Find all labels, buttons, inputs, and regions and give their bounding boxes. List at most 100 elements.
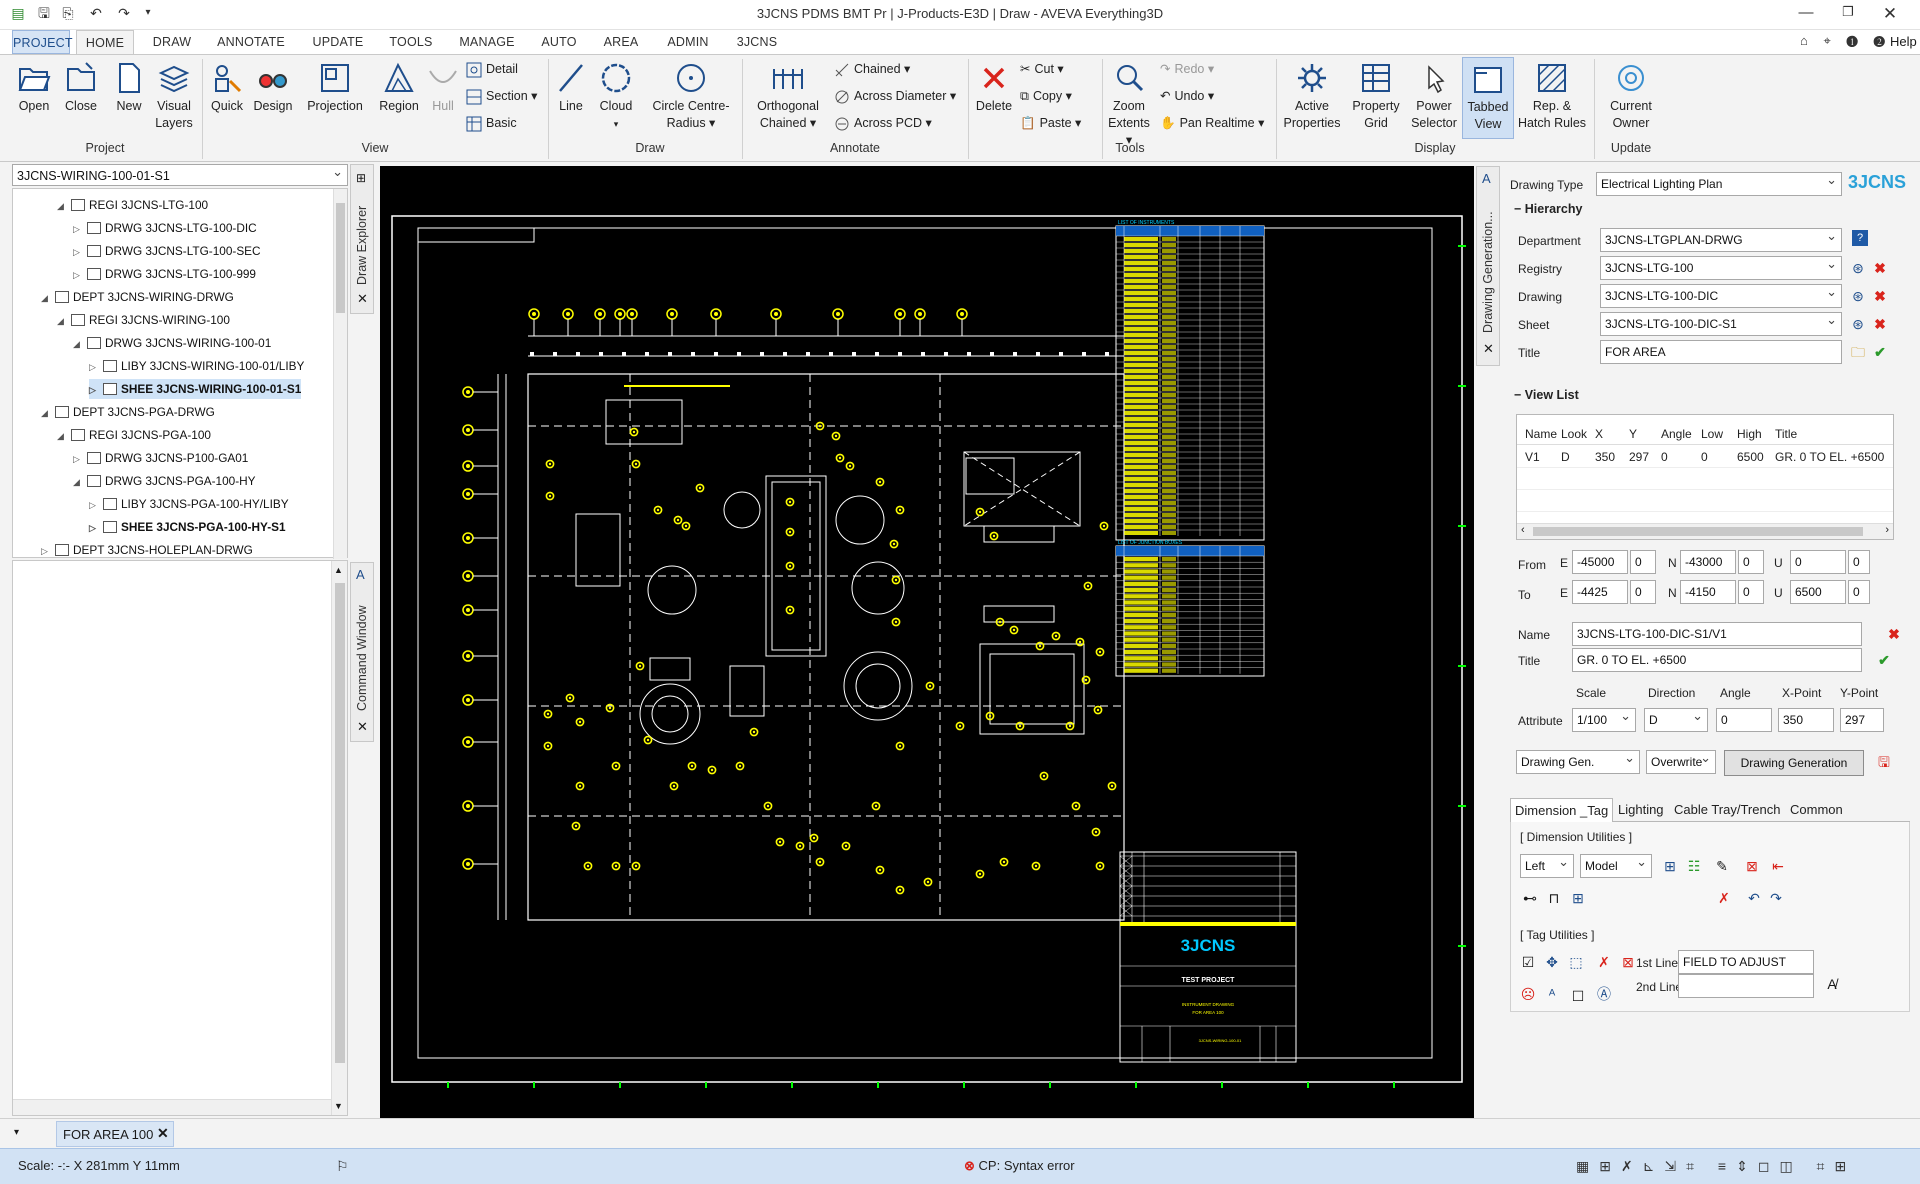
drawing-generation-button[interactable]: Drawing Generation [1724, 750, 1864, 776]
dim-clear-icon[interactable]: ✗ [1714, 888, 1734, 908]
from-n-input[interactable]: -43000 [1680, 550, 1736, 574]
expand-arrow-icon[interactable]: ▷ [41, 541, 53, 561]
zoom-extents-button[interactable]: Zoom Extents ▾ [1104, 61, 1154, 149]
tab-admin[interactable]: ADMIN [658, 30, 718, 54]
close-explorer-icon[interactable]: ✕ [357, 291, 368, 307]
dim-edit-icon[interactable]: ✎ [1712, 856, 1732, 876]
across-diameter-button[interactable]: Across Diameter ▾ [834, 86, 956, 106]
drawing-help-icon[interactable]: ⊛ [1848, 286, 1868, 306]
department-select[interactable]: 3JCNS-LTGPLAN-DRWG [1600, 228, 1842, 252]
tab-project[interactable]: PROJECT [12, 30, 73, 54]
scroll-up-icon[interactable]: ▲ [334, 565, 343, 575]
tree-item[interactable]: ▷ LIBY 3JCNS-WIRING-100-01/LIBY [89, 356, 304, 376]
open-button[interactable]: Open [12, 61, 56, 115]
expand-arrow-icon[interactable]: ◢ [73, 334, 85, 354]
drawing-generation-vtab[interactable]: A Drawing Generation... ✕ [1476, 166, 1500, 366]
from-u-offset[interactable]: 0 [1848, 550, 1870, 574]
expand-arrow-icon[interactable]: ▷ [89, 495, 101, 515]
hull-button[interactable]: Hull [424, 61, 462, 115]
explorer-scrollbar[interactable] [333, 189, 347, 559]
folder-icon[interactable]: 🗀 [1848, 342, 1868, 362]
tab-auto[interactable]: AUTO [534, 30, 584, 54]
expand-arrow-icon[interactable]: ◢ [41, 403, 53, 423]
tree-item[interactable]: ▷ DRWG 3JCNS-LTG-100-DIC [73, 218, 257, 238]
to-e-input[interactable]: -4425 [1572, 580, 1628, 604]
rep-hatch-rules-button[interactable]: Rep. & Hatch Rules [1516, 61, 1588, 132]
tree-item[interactable]: ◢ REGI 3JCNS-WIRING-100 [57, 310, 230, 330]
command-window-vtab[interactable]: A Command Window ✕ [350, 562, 374, 742]
dim-chain-icon[interactable]: ⊷ [1520, 888, 1540, 908]
visual-layers-button[interactable]: Visual Layers [152, 61, 196, 132]
expand-arrow-icon[interactable]: ▷ [89, 518, 101, 538]
dim-redo-icon[interactable]: ↷ [1766, 888, 1786, 908]
direction-select[interactable]: D [1644, 708, 1708, 732]
ypoint-input[interactable]: 297 [1840, 708, 1884, 732]
basic-button[interactable]: Basic [466, 113, 517, 133]
title-ok-icon[interactable]: ✔ [1870, 342, 1890, 362]
second-line-input[interactable] [1678, 974, 1814, 998]
design-view-button[interactable]: Design [250, 61, 296, 115]
expand-arrow-icon[interactable]: ▷ [73, 265, 85, 285]
tab-tools[interactable]: TOOLS [382, 30, 440, 54]
tree-item[interactable]: ▷ LIBY 3JCNS-PGA-100-HY/LIBY [89, 494, 289, 514]
drawing-delete-icon[interactable]: ✖ [1870, 286, 1890, 306]
view-col-header[interactable]: Title [1775, 427, 1797, 441]
undo-button[interactable]: ↶ Undo ▾ [1160, 86, 1214, 106]
pan-realtime-button[interactable]: ✋ Pan Realtime ▾ [1160, 113, 1264, 133]
close-command-window-icon[interactable]: ✕ [357, 719, 368, 735]
new-button[interactable]: New [108, 61, 150, 115]
tab-annotate[interactable]: ANNOTATE [208, 30, 294, 54]
paste-button[interactable]: 📋 Paste ▾ [1020, 113, 1081, 133]
expand-arrow-icon[interactable]: ◢ [57, 426, 69, 446]
cut-button[interactable]: ✂ Cut ▾ [1020, 59, 1064, 79]
tab-3jcns[interactable]: 3JCNS [730, 30, 784, 54]
font-size-icon[interactable]: A̸ [1822, 974, 1842, 994]
scroll-right-icon[interactable]: › [1885, 524, 1889, 536]
help-icons[interactable]: ⌂ ⌖ ❶ ❷ [1800, 33, 1891, 49]
region-button[interactable]: Region [374, 61, 424, 115]
registry-delete-icon[interactable]: ✖ [1870, 258, 1890, 278]
doc-tab-for-area-100[interactable]: FOR AREA 100 ✕ [56, 1121, 174, 1147]
dim-remove-icon[interactable]: ⇤ [1768, 856, 1788, 876]
scroll-down-icon[interactable]: ▼ [334, 1101, 343, 1111]
cmd-scroll-thumb[interactable] [335, 583, 345, 1063]
view-col-header[interactable]: Y [1629, 427, 1637, 441]
drawing-canvas[interactable]: LIST OF INSTRUMENTS LIST OF JUNCTION BOX… [380, 166, 1474, 1122]
view-list-table[interactable]: Name Look X Y Angle Low High Title V1 D 350 297 0 0 6… [1516, 414, 1894, 540]
tag-face-icon[interactable]: ☹ [1518, 984, 1538, 1004]
expand-arrow-icon[interactable]: ▷ [89, 357, 101, 377]
copy-button[interactable]: ⧉ Copy ▾ [1020, 86, 1072, 106]
flag-icon[interactable]: ⚐ [336, 1158, 349, 1175]
tab-area[interactable]: AREA [596, 30, 646, 54]
command-window[interactable]: ▲ ▼ [12, 560, 348, 1116]
subtab-dimension-tag[interactable]: Dimension _Tag [1510, 798, 1614, 822]
subtab-common[interactable]: Common [1790, 798, 1843, 822]
to-u-offset[interactable]: 0 [1848, 580, 1870, 604]
tag-a-small-icon[interactable]: ᴬ [1542, 984, 1562, 1004]
tag-checkbox[interactable]: ☐ [1568, 986, 1588, 1006]
tag-frame-icon[interactable]: ⬚ [1566, 952, 1586, 972]
line-button[interactable]: Line [552, 61, 590, 115]
to-n-input[interactable]: -4150 [1680, 580, 1736, 604]
circle-centre-radius-button[interactable]: Circle Centre- Radius ▾ [646, 61, 736, 132]
detail-button[interactable]: Detail [466, 59, 518, 79]
tab-home[interactable]: HOME [76, 30, 134, 54]
view-title-ok-icon[interactable]: ✔ [1874, 650, 1894, 670]
dimension-space-select[interactable]: Model [1580, 854, 1652, 878]
view-col-header[interactable]: X [1595, 427, 1603, 441]
dimension-side-select[interactable]: Left [1520, 854, 1574, 878]
dim-list-icon[interactable]: ☷ [1684, 856, 1704, 876]
across-pcd-button[interactable]: Across PCD ▾ [834, 113, 932, 133]
status-tools[interactable]: ▦⊞✗⊾⇲⌗ ≡⇕◻◫ ⌗⊞ [1576, 1158, 1856, 1175]
tree-item[interactable]: ◢ DEPT 3JCNS-PGA-DRWG [41, 402, 215, 422]
view-col-header[interactable]: Look [1561, 427, 1587, 441]
from-n-offset[interactable]: 0 [1738, 550, 1764, 574]
tree-item[interactable]: ▷ SHEE 3JCNS-PGA-100-HY-S1 [89, 517, 286, 537]
info-icon[interactable]: ? [1852, 230, 1868, 246]
view-col-header[interactable]: Angle [1661, 427, 1692, 441]
tag-move-icon[interactable]: ✥ [1542, 952, 1562, 972]
minimize-button[interactable]: — [1792, 4, 1820, 26]
scroll-left-icon[interactable]: ‹ [1521, 524, 1525, 536]
dim-undo-icon[interactable]: ↶ [1744, 888, 1764, 908]
active-properties-button[interactable]: Active Properties [1282, 61, 1342, 132]
